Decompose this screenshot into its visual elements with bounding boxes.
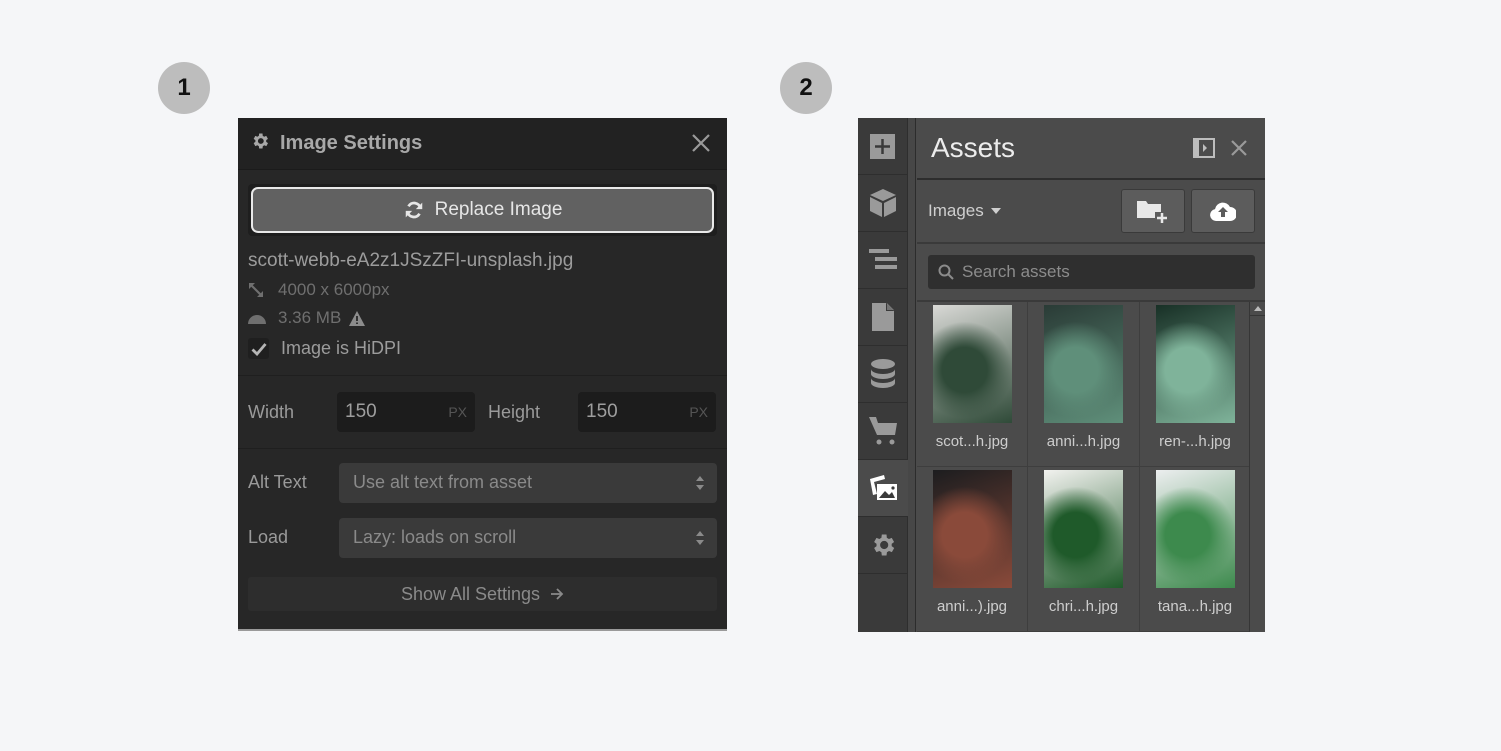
panel-header: Image Settings <box>238 118 727 170</box>
height-unit[interactable]: PX <box>689 404 708 420</box>
width-unit[interactable]: PX <box>448 404 467 420</box>
asset-caption: tana...h.jpg <box>1157 598 1233 615</box>
asset-caption: ren-...h.jpg <box>1159 433 1231 450</box>
panel-resize-bar <box>908 118 916 632</box>
asset-thumbnail[interactable] <box>1155 305 1235 423</box>
height-value: 150 <box>586 401 618 422</box>
resize-icon <box>248 282 268 298</box>
asset-item[interactable]: anni...h.jpg <box>1028 302 1140 467</box>
asset-thumbnail[interactable] <box>1044 470 1123 588</box>
asset-item[interactable]: tana...h.jpg <box>1140 467 1251 632</box>
warning-icon[interactable] <box>349 310 366 326</box>
asset-caption: chri...h.jpg <box>1048 598 1119 615</box>
select-arrows-icon <box>696 530 704 545</box>
asset-thumbnail[interactable] <box>1044 305 1123 423</box>
asset-thumbnail[interactable] <box>932 470 1012 588</box>
show-all-settings-label: Show All Settings <box>400 583 541 604</box>
alt-text-select[interactable]: Use alt text from asset <box>339 462 717 503</box>
rail-settings[interactable] <box>858 517 907 574</box>
panel-title: Image Settings <box>280 132 423 154</box>
asset-caption: scot...h.jpg <box>935 433 1009 450</box>
refresh-icon <box>405 201 422 219</box>
file-size: 3.36 MB <box>278 308 342 327</box>
asset-caption: anni...h.jpg <box>1046 433 1121 450</box>
pages-icon <box>871 303 894 331</box>
close-icon[interactable] <box>1229 138 1249 163</box>
assets-title: Assets <box>931 132 1016 163</box>
settings-icon <box>873 534 894 556</box>
gear-icon <box>250 131 270 156</box>
add-icon <box>870 133 895 159</box>
assets-panel: Assets Images Search assets scot...h.jpg… <box>858 118 1265 632</box>
width-value: 150 <box>345 401 377 422</box>
asset-filter-dropdown[interactable]: Images <box>928 201 1001 221</box>
ecommerce-icon <box>868 417 897 445</box>
search-icon <box>938 264 954 280</box>
hidpi-checkbox[interactable] <box>248 338 269 359</box>
asset-grid: scot...h.jpg anni...h.jpg ren-...h.jpg anni… <box>917 302 1251 632</box>
height-input[interactable]: 150 PX <box>578 392 716 432</box>
load-select[interactable]: Lazy: loads on scroll <box>339 517 717 558</box>
alt-text-label: Alt Text <box>248 472 307 492</box>
select-arrows-icon <box>696 475 704 490</box>
asset-thumbnail[interactable] <box>1155 470 1235 588</box>
navigator-icon <box>868 249 897 269</box>
replace-image-button[interactable]: Replace Image <box>251 187 714 233</box>
rail-pages[interactable] <box>858 289 907 346</box>
asset-caption: anni...).jpg <box>936 598 1008 615</box>
asset-item[interactable]: ren-...h.jpg <box>1140 302 1251 467</box>
rail-add[interactable] <box>858 118 907 175</box>
asset-thumbnail[interactable] <box>932 305 1012 423</box>
rail-ecommerce[interactable] <box>858 403 907 460</box>
search-assets-input[interactable]: Search assets <box>928 255 1255 289</box>
asset-filter-label: Images <box>928 201 984 220</box>
width-label: Width <box>248 401 295 422</box>
rail-assets[interactable] <box>858 460 908 517</box>
caret-down-icon <box>990 208 1001 214</box>
show-all-settings-button[interactable]: Show All Settings <box>248 577 717 611</box>
width-input[interactable]: 150 PX <box>337 392 475 432</box>
gauge-icon <box>248 312 268 324</box>
height-label: Height <box>488 401 541 422</box>
rail-navigator[interactable] <box>858 232 907 289</box>
search-placeholder: Search assets <box>962 262 1070 281</box>
load-value: Lazy: loads on scroll <box>353 527 517 547</box>
step-badge-1: 1 <box>158 62 210 114</box>
image-settings-panel: Image Settings Replace Image scott-webb-… <box>238 118 727 631</box>
upload-button[interactable] <box>1191 189 1255 233</box>
rail-cms[interactable] <box>858 346 907 403</box>
cms-icon <box>870 359 895 388</box>
asset-item[interactable]: scot...h.jpg <box>917 302 1028 467</box>
load-label: Load <box>248 527 289 547</box>
new-folder-button[interactable] <box>1121 189 1185 233</box>
hidpi-label: Image is HiDPI <box>281 338 402 358</box>
arrow-right-icon <box>551 588 564 600</box>
step-badge-2: 2 <box>780 62 832 114</box>
alt-text-value: Use alt text from asset <box>353 472 533 492</box>
close-icon[interactable] <box>689 131 713 155</box>
assets-icon <box>870 475 897 500</box>
dock-panel-icon[interactable] <box>1193 138 1215 163</box>
cloud-upload-icon <box>1210 202 1236 221</box>
folder-add-icon <box>1137 201 1167 223</box>
left-rail <box>858 118 908 632</box>
components-icon <box>869 189 896 217</box>
replace-image-label: Replace Image <box>434 199 563 220</box>
image-dimensions: 4000 x 6000px <box>278 280 390 299</box>
asset-item[interactable]: chri...h.jpg <box>1028 467 1140 632</box>
rail-components[interactable] <box>858 175 907 232</box>
scrollbar[interactable] <box>1249 302 1265 632</box>
asset-item[interactable]: anni...).jpg <box>917 467 1028 632</box>
file-name: scott-webb-eA2z1JSzZFI-unsplash.jpg <box>248 250 574 271</box>
scroll-up-arrow[interactable] <box>1250 302 1265 316</box>
